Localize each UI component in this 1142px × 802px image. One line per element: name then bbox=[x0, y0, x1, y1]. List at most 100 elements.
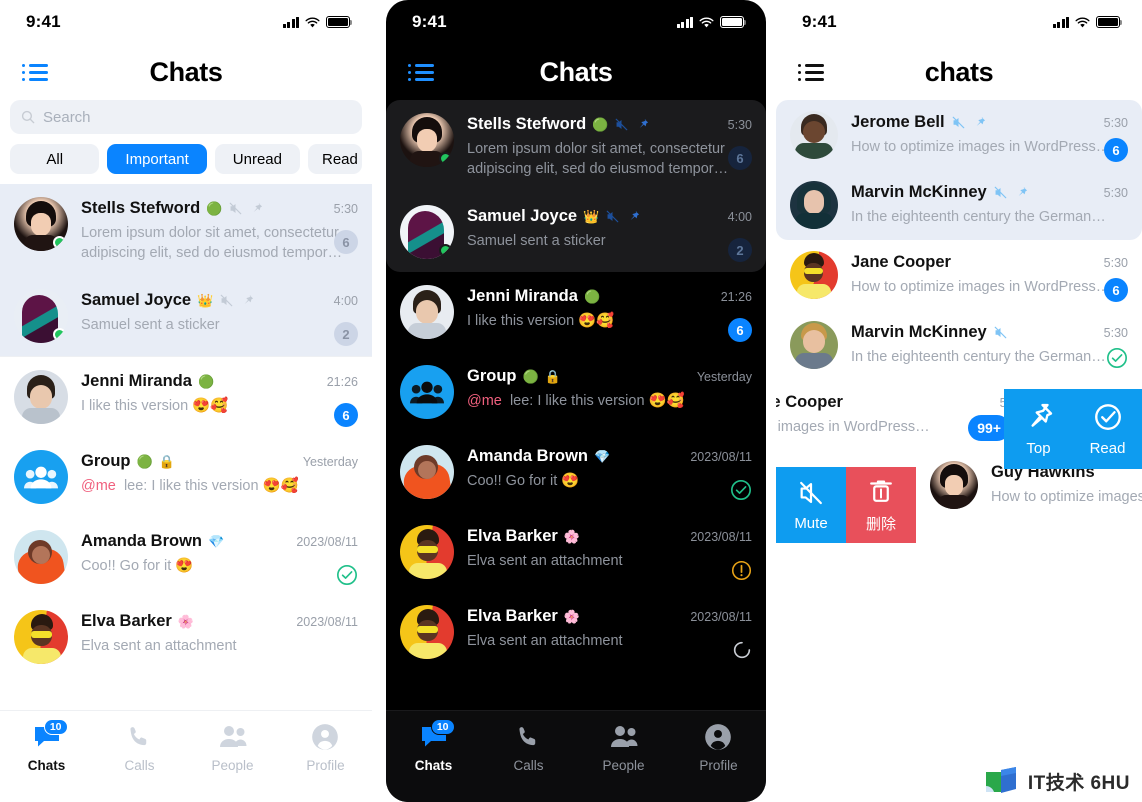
table-row[interactable]: Stells Stefword 🟢 5:30 Lorem ipsum dolor… bbox=[386, 100, 766, 192]
table-row[interactable]: Group 🟢 🔒 Yesterday @me lee: I like this … bbox=[386, 352, 766, 432]
tab-label: People bbox=[602, 758, 645, 773]
table-row[interactable]: Amanda Brown 💎 2023/08/11 Coo!! Go for i… bbox=[0, 517, 372, 597]
flower-icon: 🌸 bbox=[563, 609, 581, 624]
table-row[interactable]: Amanda Brown 💎 2023/08/11 Coo!! Go for i… bbox=[386, 432, 766, 512]
row-badges: 🌸 bbox=[564, 610, 580, 623]
status-bar-swipe: 9:41 bbox=[776, 0, 1142, 44]
search-input[interactable]: Search bbox=[10, 100, 362, 134]
row-badges: 🌸 bbox=[178, 615, 194, 628]
swipe-action-read[interactable]: Read bbox=[1073, 389, 1142, 469]
tab-label: Calls bbox=[513, 758, 544, 773]
chip-important[interactable]: Important bbox=[107, 144, 207, 174]
nav-bar-dark: Chats bbox=[386, 44, 766, 100]
unread-count-badge: 6 bbox=[728, 146, 752, 170]
avatar bbox=[400, 365, 454, 419]
avatar bbox=[14, 530, 68, 584]
swipe-action-label: Read bbox=[1089, 439, 1126, 457]
status-bar-dark: 9:41 bbox=[386, 0, 766, 44]
row-preview: Coo!! Go for it 😍 bbox=[467, 473, 580, 489]
contact-name: Stells Stefword bbox=[81, 199, 201, 217]
tab-chats[interactable]: 10 Chats bbox=[0, 719, 93, 773]
table-row[interactable]: Jenni Miranda 🟢 21:26 I like this versio… bbox=[386, 272, 766, 352]
row-badges bbox=[951, 115, 987, 130]
swipe-action-mute[interactable]: Mute bbox=[776, 467, 846, 543]
table-row[interactable]: Jane Cooper 5:30 How to optimize images … bbox=[776, 240, 1142, 310]
avatar bbox=[790, 251, 838, 299]
tab-chats[interactable]: 10 Chats bbox=[386, 719, 481, 773]
unread-count-badge: 6 bbox=[1104, 138, 1128, 162]
crown-icon: 👑 bbox=[197, 293, 214, 308]
chip-unread[interactable]: Unread bbox=[214, 144, 300, 174]
row-preview: Lorem ipsum dolor sit amet, consectetur … bbox=[81, 225, 343, 261]
mention-tag: @me bbox=[467, 393, 502, 409]
hamburger-menu-icon[interactable] bbox=[798, 64, 824, 81]
phone-panel-light: 9:41 Chats Search All Important Unread R… bbox=[0, 0, 372, 802]
page-title: Chats bbox=[539, 56, 613, 87]
table-row[interactable]: Samuel Joyce 👑 4:00 Samuel sent a sticke… bbox=[0, 276, 372, 356]
tab-people[interactable]: People bbox=[576, 723, 671, 773]
row-badges: 👑 bbox=[197, 293, 255, 308]
row-preview: lee: I like this version 😍🥰 bbox=[509, 393, 685, 409]
table-row[interactable]: Elva Barker 🌸 2023/08/11 Elva sent an at… bbox=[386, 592, 766, 672]
avatar bbox=[14, 370, 68, 424]
unread-count-badge: 6 bbox=[334, 230, 358, 254]
tab-people[interactable]: People bbox=[186, 723, 279, 773]
online-dot bbox=[439, 152, 452, 165]
chat-list-light: Stells Stefword 🟢 5:30 Lorem ipsum dolor… bbox=[0, 184, 372, 677]
swipe-action-label: Top bbox=[1026, 439, 1051, 457]
row-preview: I like this version 😍🥰 bbox=[81, 398, 229, 414]
row-badges: 🟢 bbox=[584, 290, 600, 303]
contact-name: Amanda Brown bbox=[81, 532, 203, 550]
table-row[interactable]: Elva Barker 🌸 2023/08/11 Elva sent an at… bbox=[0, 597, 372, 677]
signal-bars-icon bbox=[1052, 16, 1069, 28]
row-preview: Elva sent an attachment bbox=[467, 633, 623, 649]
table-row[interactable]: Samuel Joyce 👑 4:00 Samuel sent a sticke… bbox=[386, 192, 766, 272]
tab-calls[interactable]: Calls bbox=[93, 723, 186, 773]
row-preview: Coo!! Go for it 😍 bbox=[81, 558, 194, 574]
table-row[interactable]: Jenni Miranda 🟢 21:26 I like this versio… bbox=[0, 357, 372, 437]
group-icon bbox=[410, 381, 444, 404]
row-badges: 🟢 bbox=[592, 117, 650, 132]
nav-bar-swipe: chats bbox=[776, 44, 1142, 100]
battery-icon bbox=[720, 16, 747, 28]
flower-icon: 🌸 bbox=[177, 614, 195, 629]
swipe-action-top[interactable]: Top bbox=[1004, 389, 1073, 469]
table-row[interactable]: Jerome Bell 5:30 How to optimize images … bbox=[776, 100, 1142, 170]
bottom-tab-bar-dark: 10 Chats Calls People Profile bbox=[386, 710, 766, 802]
mute-icon bbox=[994, 186, 1007, 199]
contact-name: Jenni Miranda bbox=[81, 372, 192, 390]
tab-profile[interactable]: Profile bbox=[671, 723, 766, 773]
tab-calls[interactable]: Calls bbox=[481, 723, 576, 773]
row-time: 2023/08/11 bbox=[690, 449, 752, 464]
hamburger-menu-icon[interactable] bbox=[22, 64, 48, 81]
chip-read[interactable]: Read bbox=[308, 144, 362, 174]
row-preview: lee: I like this version 😍🥰 bbox=[123, 478, 299, 494]
people-icon bbox=[609, 723, 639, 751]
contact-name: Stells Stefword bbox=[467, 115, 587, 133]
search-placeholder: Search bbox=[43, 108, 91, 126]
table-row[interactable]: Group 🟢 🔒 Yesterday @me lee: I like this … bbox=[0, 437, 372, 517]
table-row[interactable]: Stells Stefword 🟢 5:30 Lorem ipsum dolor… bbox=[0, 184, 372, 276]
swipe-actions-left: Mute 删除 bbox=[776, 467, 916, 543]
group-icon bbox=[24, 466, 58, 489]
row-badges: 🌸 bbox=[564, 530, 580, 543]
swipe-action-delete[interactable]: 删除 bbox=[846, 467, 916, 543]
alert-circle-icon bbox=[731, 560, 752, 580]
table-row[interactable]: Marvin McKinney 5:30 In the eighteenth c… bbox=[776, 310, 1142, 380]
row-badges: 🟢 🔒 bbox=[137, 455, 175, 468]
pin-icon bbox=[976, 116, 985, 127]
tab-profile[interactable]: Profile bbox=[279, 723, 372, 773]
row-time: 2023/08/11 bbox=[296, 614, 358, 629]
gem-green-icon: 🟢 bbox=[197, 374, 215, 389]
hamburger-menu-icon[interactable] bbox=[408, 64, 434, 81]
row-preview: I like this version 😍🥰 bbox=[467, 313, 615, 329]
chip-all[interactable]: All bbox=[10, 144, 100, 174]
contact-name: Jerome Bell bbox=[851, 113, 945, 131]
table-row[interactable]: Elva Barker 🌸 2023/08/11 Elva sent an at… bbox=[386, 512, 766, 592]
wifi-icon bbox=[305, 17, 320, 28]
table-row[interactable]: Marvin McKinney 5:30 In the eighteenth c… bbox=[776, 170, 1142, 240]
flower-icon: 🌸 bbox=[563, 529, 581, 544]
row-badges: 🟢 bbox=[206, 201, 264, 216]
avatar bbox=[400, 285, 454, 339]
row-badges: 🟢 🔒 bbox=[523, 370, 561, 383]
